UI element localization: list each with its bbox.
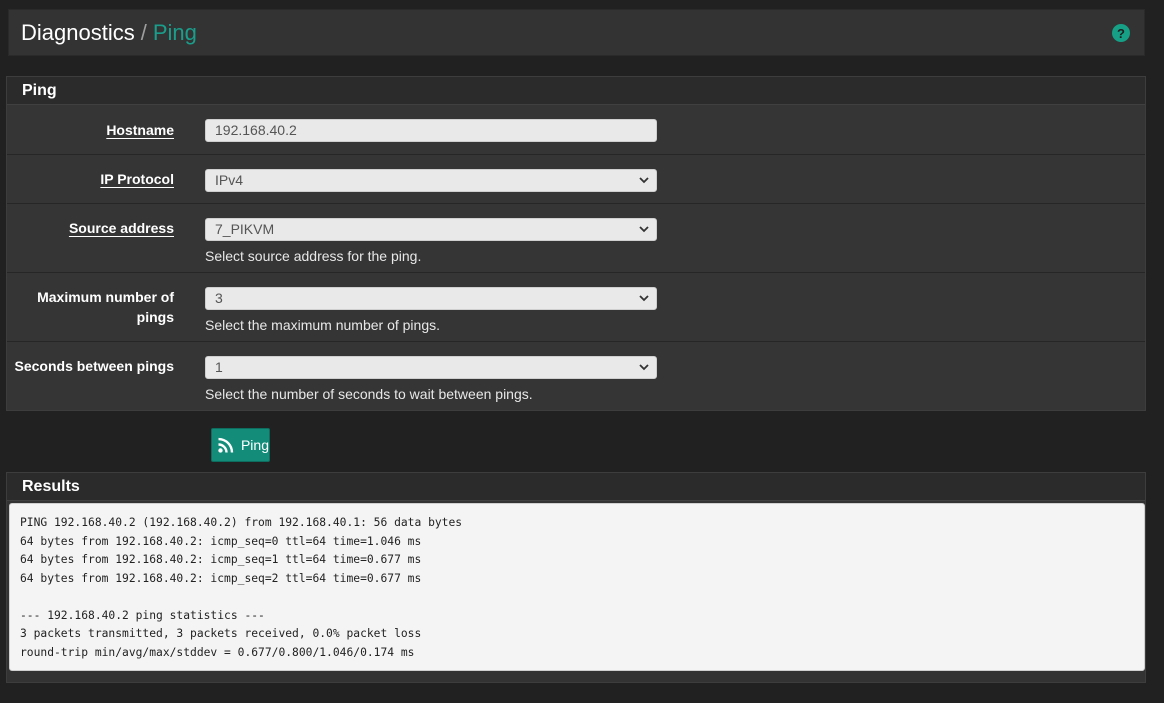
seconds-between-help: Select the number of seconds to wait bet… (205, 386, 533, 402)
source-address-select[interactable]: 7_PIKVM (205, 218, 657, 241)
max-pings-value: 3 (215, 290, 223, 306)
chevron-down-icon (639, 226, 649, 233)
source-address-help: Select source address for the ping. (205, 248, 422, 264)
ip-protocol-value: IPv4 (215, 172, 244, 188)
max-pings-select[interactable]: 3 (205, 287, 657, 310)
hostname-input[interactable]: 192.168.40.2 (205, 119, 657, 142)
seconds-between-select[interactable]: 1 (205, 356, 657, 379)
max-pings-label-line1: Maximum number of (37, 289, 174, 305)
seconds-between-value: 1 (215, 359, 223, 375)
chevron-down-icon (639, 295, 649, 302)
seconds-between-label: Seconds between pings (14, 358, 174, 374)
max-pings-label-line2: pings (136, 309, 174, 325)
source-address-label: Source address (68, 220, 174, 236)
ping-button[interactable]: Ping (211, 428, 270, 462)
breadcrumb-section[interactable]: Diagnostics (21, 20, 135, 46)
hostname-row: Hostname 192.168.40.2 (7, 105, 1145, 155)
results-panel-title: Results (7, 473, 1145, 501)
breadcrumb: Diagnostics / Ping ? (8, 9, 1145, 56)
rss-icon (218, 437, 234, 453)
chevron-down-icon (639, 177, 649, 184)
source-address-row: Source address 7_PIKVM Select source add… (7, 204, 1145, 273)
results-panel: Results PING 192.168.40.2 (192.168.40.2)… (6, 472, 1146, 683)
ip-protocol-row: IP Protocol IPv4 (7, 155, 1145, 204)
ping-button-label: Ping (240, 437, 269, 453)
ip-protocol-select[interactable]: IPv4 (205, 169, 657, 192)
help-icon[interactable]: ? (1112, 24, 1130, 42)
source-address-value: 7_PIKVM (215, 221, 275, 237)
ip-protocol-label: IP Protocol (100, 171, 174, 187)
breadcrumb-separator: / (140, 19, 147, 45)
ping-panel: Ping Hostname 192.168.40.2 IP Protocol I… (6, 76, 1146, 411)
results-output: PING 192.168.40.2 (192.168.40.2) from 19… (9, 503, 1145, 671)
ping-panel-title: Ping (7, 77, 1145, 105)
max-pings-row: Maximum number of pings 3 Select the max… (7, 273, 1145, 342)
hostname-label: Hostname (106, 122, 174, 138)
page: Diagnostics / Ping ? Ping Hostname 192.1… (0, 0, 1164, 703)
seconds-between-row: Seconds between pings 1 Select the numbe… (7, 342, 1145, 410)
breadcrumb-current[interactable]: Ping (153, 20, 197, 46)
chevron-down-icon (639, 364, 649, 371)
max-pings-help: Select the maximum number of pings. (205, 317, 440, 333)
